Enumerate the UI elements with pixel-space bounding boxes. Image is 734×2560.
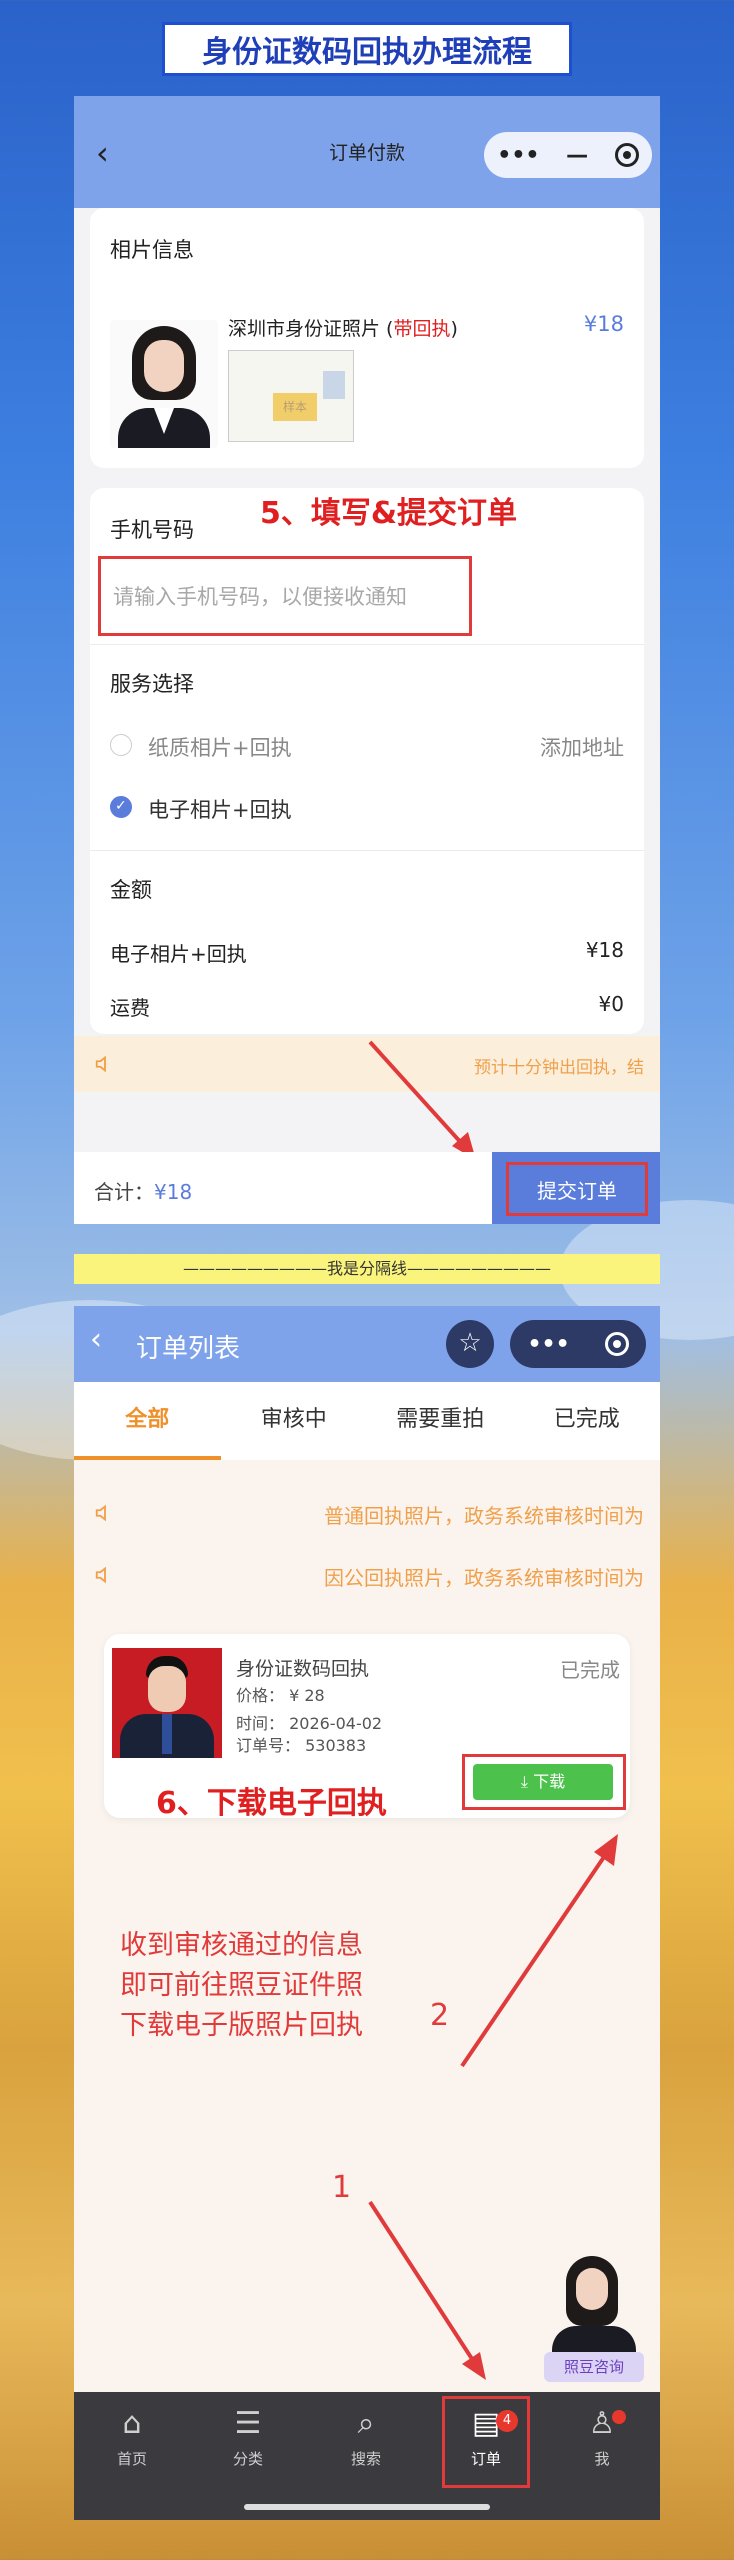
annotation-number-2: 2: [430, 1998, 450, 2033]
section-title: 相片信息: [110, 238, 194, 262]
more-icon[interactable]: •••: [527, 1332, 569, 1357]
search-icon: ⌕: [357, 2406, 375, 2441]
more-icon[interactable]: •••: [497, 143, 539, 168]
amount-item: 电子相片+回执: [110, 942, 247, 966]
speaker-icon: [95, 1566, 106, 1584]
product-name: 深圳市身份证照片 (带回执): [228, 318, 458, 340]
photo-info-card: 相片信息 深圳市身份证照片 (带回执) ¥18 样本: [90, 208, 644, 468]
home-icon: ⌂: [122, 2406, 142, 2441]
tab-completed[interactable]: 已完成: [514, 1382, 661, 1460]
order-card[interactable]: 身份证数码回执 已完成 价格： ¥ 28 时间： 2026-04-02 订单号：…: [104, 1634, 630, 1821]
consult-label[interactable]: 照豆咨询: [544, 2352, 644, 2382]
notification-dot: [612, 2410, 626, 2424]
submit-order-button[interactable]: 提交订单: [492, 1152, 660, 1224]
order-payment-screen: ‹ 订单付款 ••• — 相片信息 深圳市身份证照片 (带回执) ¥18 样本 …: [74, 96, 660, 1224]
tab-order[interactable]: ▤ 订单 4: [446, 2406, 526, 2469]
notice-bar: 因公回执照片，政务系统审核时间为: [74, 1544, 660, 1606]
notice-text: 预计十分钟出回执，结: [474, 1058, 644, 1078]
mini-program-capsule: ••• —: [484, 132, 652, 178]
phone-label: 手机号码: [110, 518, 194, 542]
nav-bar: ‹ 订单列表 ☆ •••: [74, 1306, 660, 1382]
checkout-bar: 合计：¥18 提交订单: [74, 1152, 660, 1224]
order-number: 订单号： 530383: [236, 1736, 367, 1755]
notice-text: 普通回执照片，政务系统审核时间为: [324, 1504, 644, 1528]
order-time: 时间： 2026-04-02: [236, 1714, 383, 1733]
close-target-icon[interactable]: [614, 143, 639, 167]
receipt-sample-image: 样本: [228, 350, 354, 442]
arrow-annotation: [460, 1834, 618, 2068]
arrow-annotation: [368, 2200, 486, 2380]
nav-bar: ‹ 订单付款 ••• —: [74, 96, 660, 208]
consult-assistant[interactable]: 照豆咨询: [544, 2256, 644, 2390]
product-tag: 带回执: [393, 318, 451, 340]
minimize-icon[interactable]: —: [566, 143, 588, 168]
radio-paper[interactable]: [110, 734, 132, 756]
order-photo-thumbnail: [112, 1648, 222, 1758]
tab-all[interactable]: 全部: [74, 1382, 221, 1460]
nav-title: 订单列表: [136, 1334, 241, 1364]
order-tabs: 全部 审核中 需要重拍 已完成: [74, 1382, 660, 1460]
order-title: 身份证数码回执: [236, 1658, 370, 1680]
separator-line: —————————我是分隔线—————————: [74, 1254, 660, 1284]
tab-home[interactable]: ⌂ 首页: [92, 2406, 172, 2469]
tab-reviewing[interactable]: 审核中: [221, 1382, 368, 1460]
id-photo-thumbnail: [110, 320, 218, 448]
page-title: 身份证数码回执办理流程: [162, 22, 572, 76]
tab-search[interactable]: ⌕ 搜索: [326, 2406, 406, 2469]
speaker-icon: [95, 1055, 106, 1073]
download-button[interactable]: ⤓ 下载: [473, 1764, 613, 1800]
submit-order-label[interactable]: 提交订单: [506, 1162, 648, 1216]
instruction-note: 收到审核通过的信息 即可前往照豆证件照 下载电子版照片回执: [120, 1930, 363, 2041]
order-count-badge: 4: [496, 2410, 518, 2432]
back-icon[interactable]: ‹: [90, 1322, 102, 1357]
shipping-value: ¥0: [598, 992, 624, 1016]
step-6-annotation: 6、下载电子回执: [156, 1786, 387, 1821]
bottom-tab-bar: ⌂ 首页 ☰ 分类 ⌕ 搜索 ▤ 订单 4 ♙ 我: [74, 2392, 660, 2520]
order-form-card: 5、填写&提交订单 手机号码 请输入手机号码，以便接收通知 服务选择 纸质相片+…: [90, 488, 644, 1034]
add-address-link[interactable]: 添加地址: [540, 732, 624, 762]
favorite-star-icon[interactable]: ☆: [446, 1320, 494, 1368]
total-amount: 合计：¥18: [94, 1180, 193, 1204]
download-highlight: ⤓ 下载: [462, 1754, 626, 1810]
option-electronic[interactable]: 电子相片+回执: [148, 794, 292, 824]
user-icon: ♙: [588, 2406, 616, 2441]
shipping-label: 运费: [110, 996, 150, 1020]
product-price: ¥18: [583, 312, 624, 336]
sample-stamp: 样本: [273, 393, 317, 421]
order-list-screen: ‹ 订单列表 ☆ ••• 全部 审核中 需要重拍 已完成 普通回执照片，政务系统…: [74, 1306, 660, 2520]
annotation-number-1: 1: [332, 2170, 352, 2205]
radio-electronic[interactable]: [110, 796, 132, 818]
mini-program-capsule: •••: [510, 1320, 646, 1368]
service-label: 服务选择: [110, 672, 194, 696]
tab-me[interactable]: ♙ 我: [562, 2406, 642, 2469]
amount-item-value: ¥18: [585, 938, 624, 962]
tab-retake[interactable]: 需要重拍: [367, 1382, 514, 1460]
close-target-icon[interactable]: [604, 1332, 629, 1356]
speaker-icon: [95, 1504, 106, 1522]
option-paper[interactable]: 纸质相片+回执: [148, 732, 292, 762]
tab-category[interactable]: ☰ 分类: [208, 2406, 288, 2469]
amount-label: 金额: [110, 878, 152, 902]
step-5-annotation: 5、填写&提交订单: [260, 496, 518, 531]
notice-text: 因公回执照片，政务系统审核时间为: [324, 1566, 644, 1590]
category-list-icon: ☰: [234, 2406, 262, 2441]
phone-input[interactable]: 请输入手机号码，以便接收通知: [98, 556, 472, 636]
notice-bar: 普通回执照片，政务系统审核时间为: [74, 1482, 660, 1544]
order-price: 价格： ¥ 28: [236, 1686, 325, 1705]
home-indicator: [244, 2504, 490, 2510]
arrow-annotation: [368, 1040, 476, 1160]
order-status: 已完成: [560, 1658, 620, 1682]
